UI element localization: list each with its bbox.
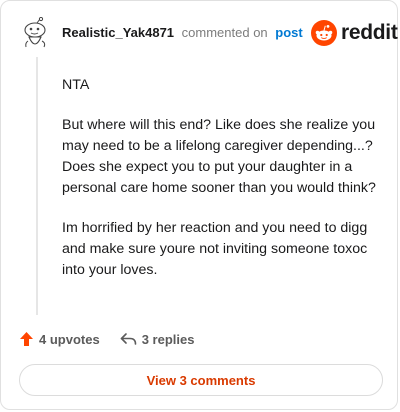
comment-paragraph: But where will this end? Like does she r… — [62, 117, 376, 196]
comment-paragraph: Im horrified by her reaction and you nee… — [62, 220, 368, 278]
username-link[interactable]: Realistic_Yak4871 — [62, 25, 174, 40]
replies-count: 3 replies — [141, 331, 195, 347]
thread-line — [36, 57, 38, 315]
reply-arrow-icon — [120, 333, 136, 345]
post-link[interactable]: post — [275, 25, 302, 40]
upvote-arrow-icon — [20, 332, 33, 346]
avatar[interactable] — [21, 16, 51, 53]
upvote-count: 4 upvotes — [39, 331, 100, 347]
comment-body: NTA But where will this end? Like does s… — [62, 75, 382, 300]
view-comments-button[interactable]: View 3 comments — [19, 364, 383, 396]
reddit-snoo-icon — [311, 20, 337, 46]
comment-actions: 4 upvotes 3 replies — [19, 331, 194, 347]
replies-button[interactable]: 3 replies — [120, 331, 195, 347]
reddit-logo[interactable]: reddit — [311, 20, 398, 46]
reddit-wordmark: reddit — [341, 21, 398, 44]
comment-header: Realistic_Yak4871 commented on post — [62, 25, 303, 40]
comment-card: Realistic_Yak4871 commented on post redd… — [0, 0, 398, 410]
upvote-button[interactable]: 4 upvotes — [19, 331, 100, 347]
commented-on-text: commented on — [181, 25, 268, 40]
comment-paragraph: NTA — [62, 77, 90, 93]
